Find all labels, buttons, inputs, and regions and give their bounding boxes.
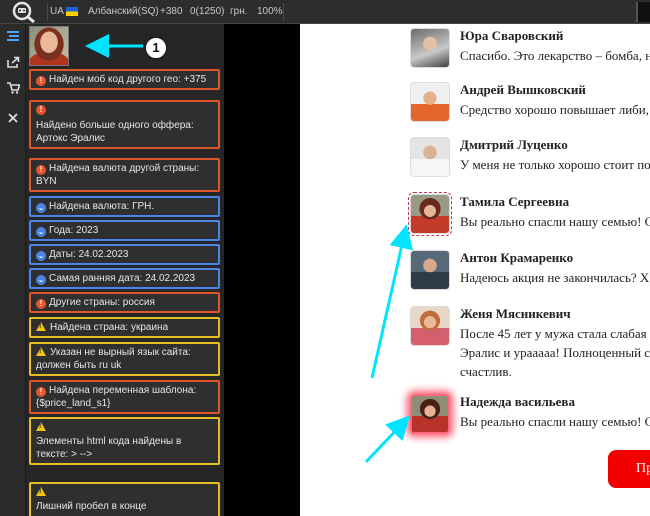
warning-icon — [36, 487, 46, 496]
error-icon: ! — [36, 299, 46, 309]
check-item[interactable]: Найдена страна: украина — [29, 317, 220, 338]
check-item[interactable]: ⌄ Года: 2023 — [29, 220, 220, 241]
comment-avatar[interactable] — [410, 394, 450, 434]
check-text: Найдена переменная шаблона: {$price_land… — [36, 385, 197, 409]
check-item[interactable]: Указан не вырный язык сайта: должен быть… — [29, 342, 220, 376]
site-preview: Юра Сваровский Спасибо. Это лекарство – … — [300, 24, 650, 516]
comment-author: Надежда васильева — [460, 394, 575, 409]
comment-author: Тамила Сергеевна — [460, 194, 570, 209]
check-text: Найдена страна: украина — [50, 322, 169, 333]
window-edge-button[interactable] — [636, 2, 650, 22]
chevron-down-icon: ⌄ — [36, 275, 46, 285]
comment-avatar[interactable] — [408, 192, 452, 236]
comment-text: Вы реально спасли нашу семью! С — [460, 414, 650, 429]
zoom-level: 100% — [257, 6, 283, 17]
menu-icon[interactable] — [3, 26, 23, 46]
check-text: Другие страны: россия — [49, 297, 155, 308]
export-icon[interactable] — [3, 52, 23, 72]
checks-panel: ! Найден моб код другого гео: +375 ! Найде… — [26, 24, 224, 516]
chevron-down-icon: ⌄ — [36, 227, 46, 237]
comment-text: У меня не только хорошо стоит по — [460, 157, 650, 172]
error-icon: ! — [36, 105, 46, 115]
comment-author: Дмитрий Луценко — [460, 137, 568, 152]
check-text: Найдена валюта: ГРН. — [49, 201, 155, 212]
error-icon: ! — [36, 165, 46, 175]
check-text: Лишний пробел в конце — [36, 501, 147, 512]
check-item[interactable]: ⌄ Даты: 24.02.2023 — [29, 244, 220, 265]
selected-avatar-preview[interactable] — [29, 26, 69, 66]
check-item[interactable]: ! Найдено больше одного оффера: Артокс Эр… — [29, 100, 220, 149]
cart-icon[interactable] — [3, 78, 23, 98]
check-item[interactable]: Лишний пробел в конце — [29, 482, 220, 516]
comment-avatar — [410, 28, 450, 68]
check-text: Найдена валюта другой страны: BYN — [36, 163, 200, 187]
warning-icon — [36, 422, 46, 431]
chevron-down-icon: ⌄ — [36, 251, 46, 261]
check-item[interactable]: Элементы html кода найдены в тексте: > -… — [29, 417, 220, 465]
check-item[interactable]: ! Найдена валюта другой страны: BYN — [29, 158, 220, 192]
warning-icon — [36, 322, 46, 331]
order-button[interactable]: Пр — [608, 450, 650, 488]
comment-avatar — [410, 250, 450, 290]
comment-text: Спасибо. Это лекарство – бомба, н — [460, 48, 650, 63]
tool-rail — [0, 24, 26, 516]
check-text: Даты: 24.02.2023 — [49, 249, 129, 260]
annotation-number-badge: 1 — [143, 35, 169, 61]
country-code: UA — [50, 6, 64, 17]
warning-icon — [36, 347, 46, 356]
chevron-down-icon: ⌄ — [36, 203, 46, 213]
comment-avatar — [410, 82, 450, 122]
toolbar-divider — [283, 3, 284, 21]
check-item[interactable]: ! Найден моб код другого гео: +375 — [29, 69, 220, 90]
page-gutter — [224, 24, 300, 516]
comment-avatar — [410, 137, 450, 177]
check-text: Элементы html кода найдены в тексте: > -… — [36, 436, 182, 460]
check-text: Самая ранняя дата: 24.02.2023 — [49, 273, 196, 284]
comment-author: Юра Сваровский — [460, 28, 564, 43]
site-language: Албанский(SQ) — [88, 6, 159, 17]
top-toolbar: UA Албанский(SQ) +380 0(1250) грн. 100% — [0, 0, 650, 24]
comment-text: После 45 лет у мужа стала слабая Эралис … — [460, 326, 650, 379]
comment-text: Надеюсь акция не закончилась? Х — [460, 270, 650, 285]
comment-avatar — [410, 306, 450, 346]
check-item[interactable]: ! Найдена переменная шаблона: {$price_lan… — [29, 380, 220, 414]
check-text: Указан не вырный язык сайта: должен быть… — [36, 347, 191, 371]
check-item[interactable]: ! Другие страны: россия — [29, 292, 220, 313]
comment-author: Андрей Вышковский — [460, 82, 586, 97]
check-text: Найдено больше одного оффера: Артокс Эра… — [36, 120, 194, 144]
error-icon: ! — [36, 76, 46, 86]
currency: грн. — [230, 6, 248, 17]
toolbar-divider — [47, 3, 48, 21]
price-counter: 0(1250) — [190, 6, 225, 17]
ukraine-flag-icon — [66, 7, 78, 16]
error-icon: ! — [36, 387, 46, 397]
comment-author: Антон Крамаренко — [460, 250, 574, 265]
comment-text: Средство хорошо повышает либи, — [460, 102, 649, 117]
check-item[interactable]: ⌄ Самая ранняя дата: 24.02.2023 — [29, 268, 220, 289]
close-icon[interactable] — [3, 108, 23, 128]
check-item[interactable]: ⌄ Найдена валюта: ГРН. — [29, 196, 220, 217]
comment-text: Вы реально спасли нашу семью! С — [460, 214, 650, 229]
check-text: Найден моб код другого гео: +375 — [49, 74, 207, 85]
checker-logo-icon[interactable] — [10, 1, 40, 23]
comment-author: Женя Мясникевич — [460, 306, 571, 321]
check-text: Года: 2023 — [49, 225, 99, 236]
phone-code: +380 — [160, 6, 183, 17]
